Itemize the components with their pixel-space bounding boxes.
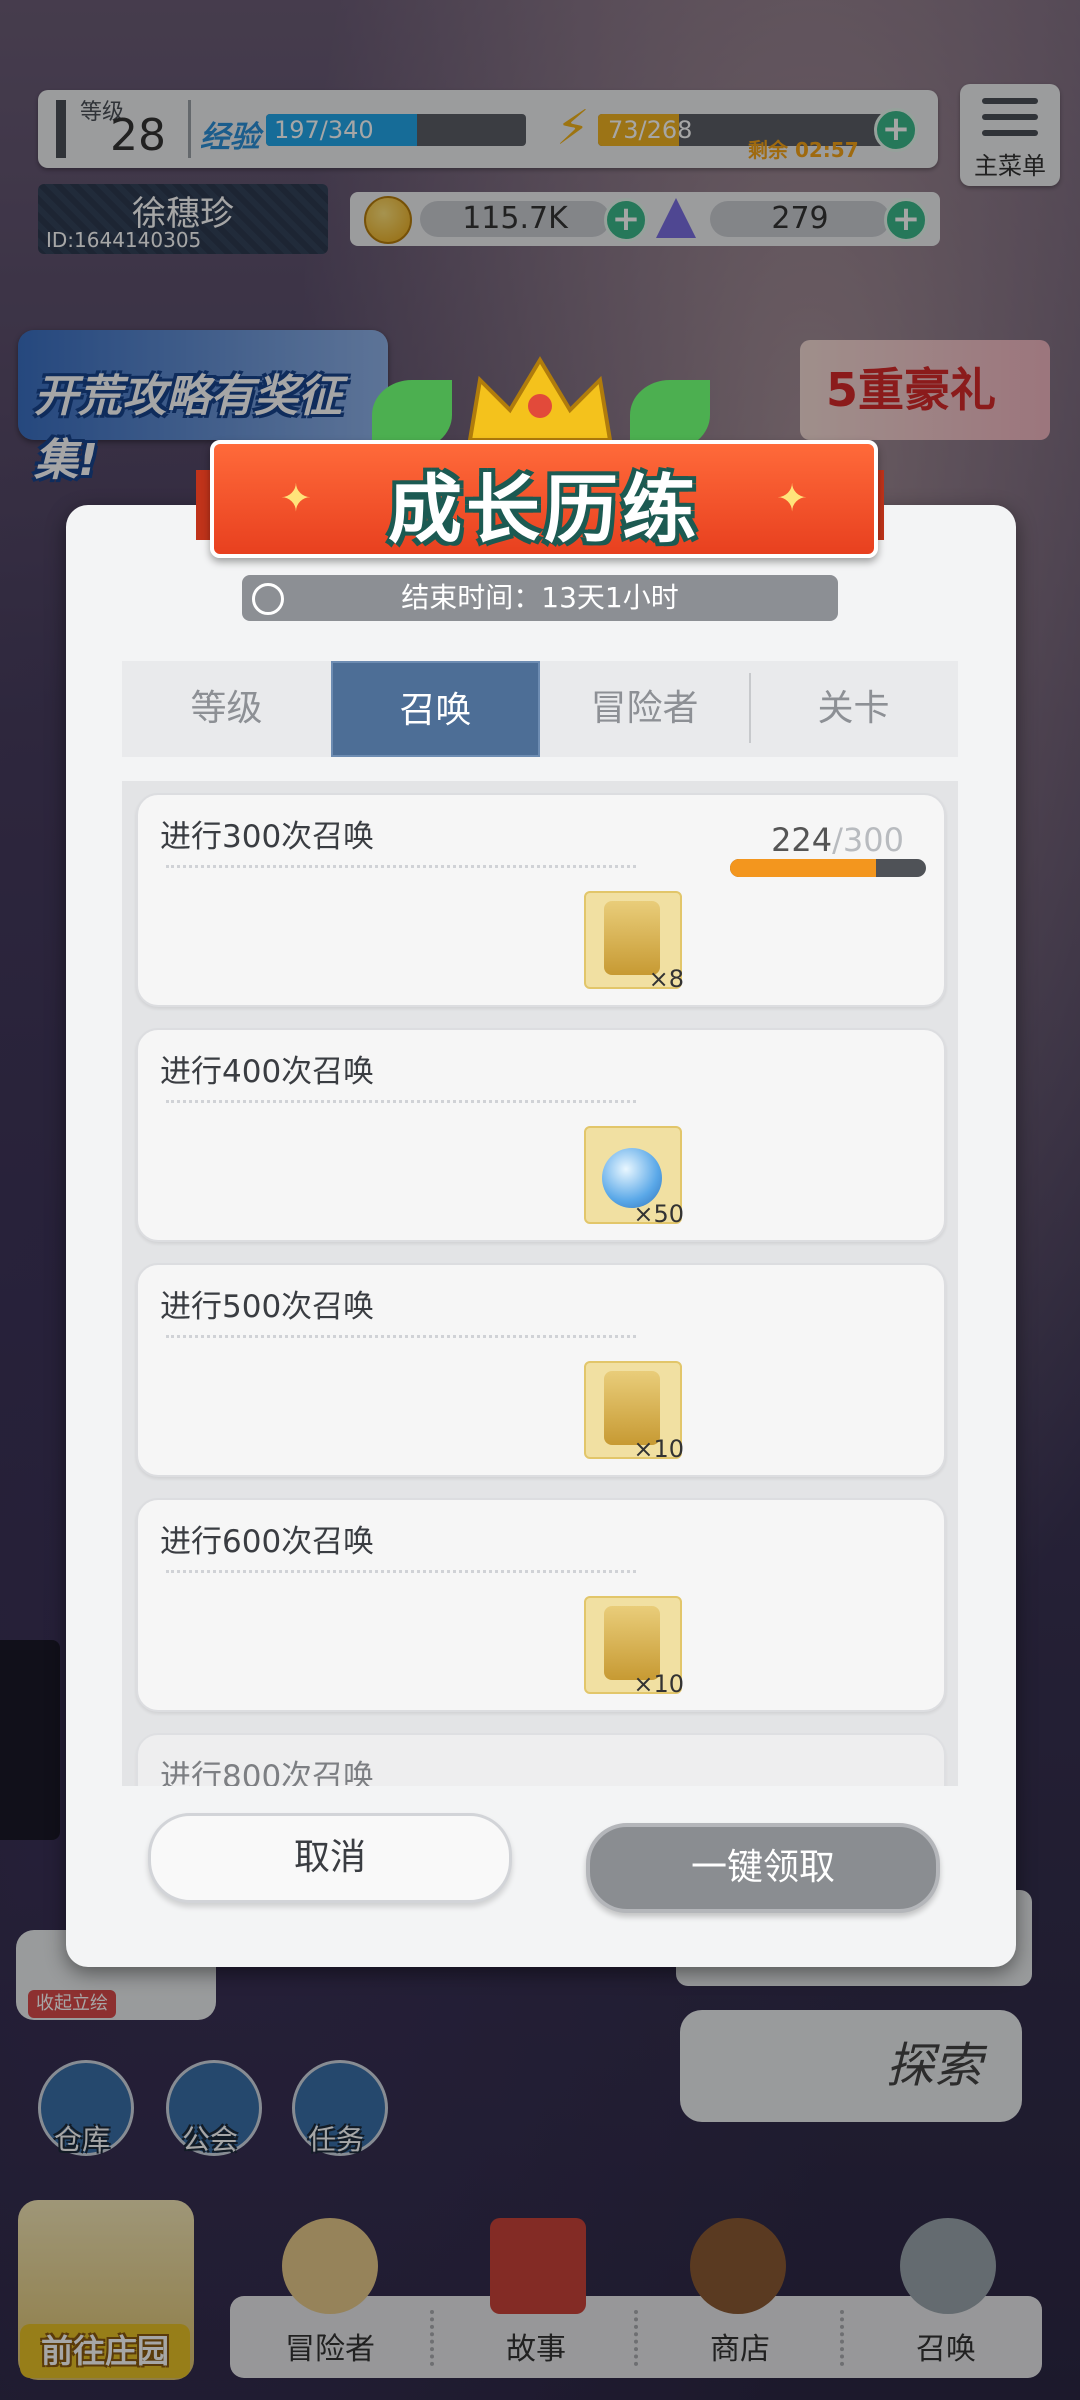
task-card: 进行800次召唤 <box>136 1733 946 1786</box>
tab-level[interactable]: 等级 <box>122 661 331 757</box>
task-name: 进行600次召唤 <box>160 1524 375 1560</box>
dotted-divider <box>166 865 636 868</box>
task-name: 进行800次召唤 <box>160 1759 375 1786</box>
progress-current: 224 <box>771 821 833 859</box>
reward-item[interactable]: ×8 <box>584 891 684 993</box>
task-card: 进行300次召唤 224/300 ×8 <box>136 793 946 1007</box>
end-time-banner: 结束时间：13天1小时 <box>242 575 838 621</box>
reward-item[interactable]: ×10 <box>584 1596 684 1698</box>
reward-count: ×10 <box>633 1435 684 1463</box>
progress-max: /300 <box>832 821 904 859</box>
task-name: 进行500次召唤 <box>160 1289 375 1325</box>
task-card: 进行500次召唤 ×10 <box>136 1263 946 1477</box>
summon-ticket-icon <box>604 1371 660 1445</box>
reward-count: ×50 <box>633 1200 684 1228</box>
task-progress-fill <box>730 859 877 877</box>
task-progress-bar <box>730 859 926 877</box>
dotted-divider <box>166 1570 636 1573</box>
category-tabs: 等级 召唤 冒险者 关卡 <box>122 661 958 757</box>
cancel-button[interactable]: 取消 <box>148 1813 512 1903</box>
end-time-text: 结束时间：13天1小时 <box>401 581 679 614</box>
crystal-orb-icon <box>602 1148 662 1208</box>
summon-ticket-icon <box>604 1606 660 1680</box>
task-card: 进行600次召唤 ×10 <box>136 1498 946 1712</box>
sparkle-icon: ✦ <box>776 476 808 520</box>
tab-stage[interactable]: 关卡 <box>749 661 958 757</box>
dialog-title: 成长历练 <box>388 467 700 553</box>
clock-icon <box>252 583 284 615</box>
dialog-title-ribbon: ✦ 成长历练 ✦ <box>210 440 878 558</box>
task-name: 进行300次召唤 <box>160 819 375 855</box>
claim-all-button[interactable]: 一键领取 <box>586 1823 940 1913</box>
reward-item[interactable]: ×10 <box>584 1361 684 1463</box>
task-name: 进行400次召唤 <box>160 1054 375 1090</box>
summon-ticket-icon <box>604 901 660 975</box>
growth-trial-dialog: 结束时间：13天1小时 等级 召唤 冒险者 关卡 进行300次召唤 224/30… <box>66 505 1016 1967</box>
dotted-divider <box>166 1335 636 1338</box>
tab-adventurer[interactable]: 冒险者 <box>540 661 749 757</box>
task-card: 进行400次召唤 ×50 <box>136 1028 946 1242</box>
reward-item[interactable]: ×50 <box>584 1126 684 1228</box>
dotted-divider <box>166 1100 636 1103</box>
reward-count: ×8 <box>648 965 684 993</box>
task-progress-text: 224/300 <box>771 821 904 859</box>
task-list[interactable]: 进行300次召唤 224/300 ×8 进行400次召唤 ×50 进行500次召… <box>122 781 958 1786</box>
reward-count: ×10 <box>633 1670 684 1698</box>
tab-summon[interactable]: 召唤 <box>331 661 540 757</box>
crown-icon <box>467 356 613 442</box>
